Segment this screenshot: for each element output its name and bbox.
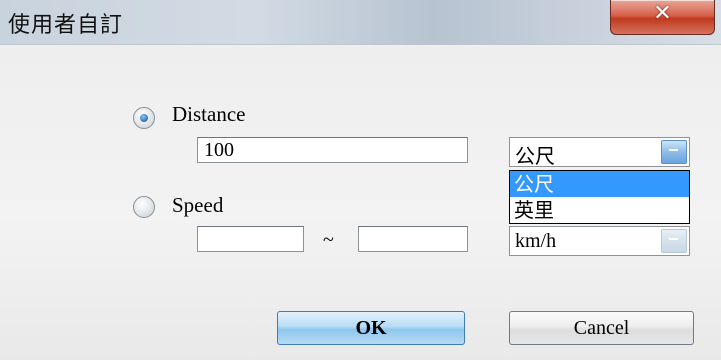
speed-max-input[interactable] [358, 226, 468, 252]
speed-min-input[interactable] [197, 226, 304, 252]
distance-unit-dropdown: 公尺 英里 [509, 170, 690, 224]
close-icon: ✕ [653, 1, 672, 26]
title-bar[interactable]: 使用者自訂 ✕ [0, 0, 721, 45]
dropdown-option-mile[interactable]: 英里 [510, 197, 689, 223]
distance-input[interactable]: 100 [197, 137, 468, 163]
ok-button[interactable]: OK [277, 311, 465, 345]
distance-unit-value: 公尺 [515, 144, 555, 168]
window-title: 使用者自訂 [8, 13, 124, 38]
distance-label: Distance [172, 102, 246, 126]
distance-unit-select[interactable]: 公尺 [509, 137, 690, 168]
speed-radio[interactable] [133, 196, 155, 218]
range-separator: ~ [323, 229, 334, 251]
dropdown-arrow-icon[interactable] [661, 229, 687, 253]
close-button[interactable]: ✕ [610, 0, 715, 35]
distance-radio[interactable] [133, 107, 155, 129]
radio-selected-dot [140, 114, 148, 122]
speed-label: Speed [172, 193, 224, 217]
cancel-button[interactable]: Cancel [509, 311, 694, 345]
custom-dialog: 使用者自訂 ✕ Distance 100 公尺 公尺 英里 Speed ~ km… [0, 0, 721, 360]
speed-unit-value: km/h [515, 230, 557, 252]
dropdown-option-meter[interactable]: 公尺 [510, 171, 689, 197]
speed-unit-select[interactable]: km/h [509, 226, 690, 256]
dropdown-arrow-icon[interactable] [661, 140, 687, 164]
